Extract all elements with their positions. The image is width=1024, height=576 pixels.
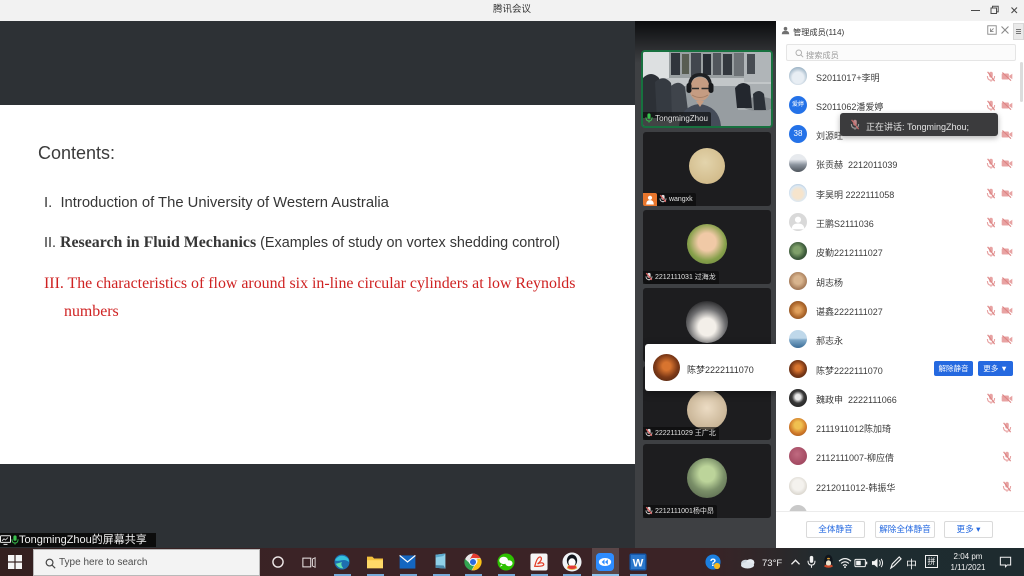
svg-text:W: W (633, 557, 644, 569)
